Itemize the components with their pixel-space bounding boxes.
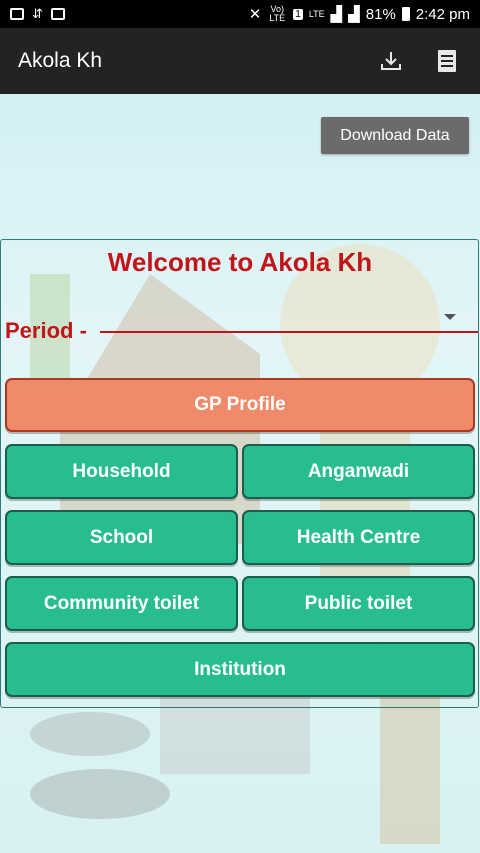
battery-icon: [401, 7, 410, 21]
school-button[interactable]: School: [5, 510, 238, 565]
image-icon: [10, 8, 24, 20]
welcome-heading: Welcome to Akola Kh: [107, 247, 373, 277]
download-data-button[interactable]: Download Data: [321, 117, 469, 154]
battery-percent: 81%: [365, 5, 396, 23]
gp-profile-button[interactable]: GP Profile: [5, 378, 475, 432]
institution-button[interactable]: Institution: [5, 642, 475, 697]
signal-icon-2: ▟: [348, 6, 360, 23]
app-notification-icon: [50, 8, 65, 20]
period-label: Period -: [5, 318, 87, 343]
dropdown-arrow-icon[interactable]: [444, 314, 456, 320]
household-button[interactable]: Household: [5, 444, 238, 499]
period-select[interactable]: [100, 305, 478, 333]
sim-badge: 1: [293, 8, 303, 20]
list-icon[interactable]: [432, 46, 462, 76]
status-right: ✕ Vo) LTE 1 LTE ▟ ▟ 81% 2:42 pm: [248, 4, 470, 24]
signal-icon: ▟: [330, 6, 343, 23]
anganwadi-button[interactable]: Anganwadi: [242, 444, 475, 499]
lte-label: LTE: [308, 8, 325, 19]
volte-label: Vo) LTE: [269, 4, 286, 23]
status-bar: ⇵ ✕ Vo) LTE 1 LTE ▟ ▟ 81% 2:42 pm: [0, 0, 480, 28]
mute-icon: ✕: [248, 6, 262, 23]
health-centre-button[interactable]: Health Centre: [242, 510, 475, 565]
community-toilet-button[interactable]: Community toilet: [5, 576, 238, 631]
app-bar: Akola Kh: [0, 28, 480, 94]
clock: 2:42 pm: [415, 5, 470, 23]
period-underline: [100, 331, 478, 333]
status-left-icons: ⇵: [10, 6, 65, 22]
public-toilet-button[interactable]: Public toilet: [242, 576, 475, 631]
usb-icon: ⇵: [32, 6, 43, 21]
app-title: Akola Kh: [18, 49, 103, 72]
download-icon[interactable]: [376, 46, 406, 76]
